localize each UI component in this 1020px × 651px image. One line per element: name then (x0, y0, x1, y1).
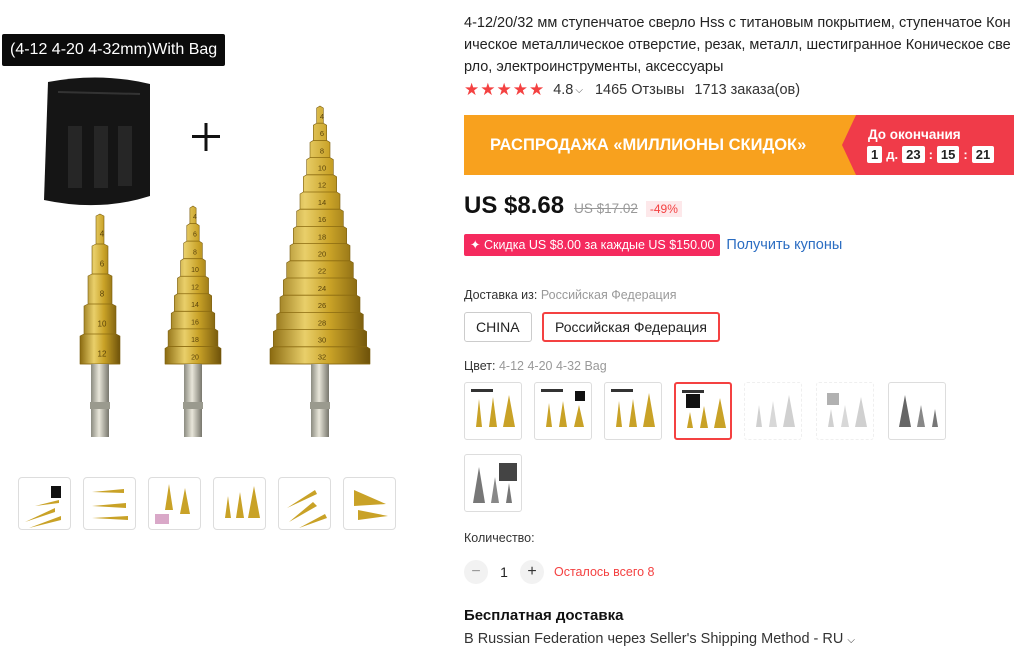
quantity-value[interactable]: 1 (488, 564, 520, 580)
countdown-label: До окончания (868, 127, 961, 142)
shipping-method-text: В Russian Federation через Seller's Ship… (464, 631, 844, 647)
ship-from-value: Российская Федерация (540, 288, 677, 302)
drill-size-mark: 26 (318, 301, 326, 310)
sale-title: РАСПРОДАЖА «МИЛЛИОНЫ СКИДОК» (464, 115, 856, 175)
drill-size-mark: 10 (191, 267, 199, 274)
drill-size-mark: 10 (98, 320, 107, 329)
free-shipping-title: Бесплатная доставка (464, 607, 624, 624)
drill-medium: 4 6 8 10 12 14 16 18 20 (164, 205, 222, 437)
coupon-row: ✦ Скидка US $8.00 за каждые US $150.00 П… (464, 234, 842, 256)
drill-size-mark: 4 (193, 214, 197, 221)
quantity-label: Количество: (464, 531, 535, 545)
drill-size-mark: 14 (191, 302, 199, 309)
drill-size-mark: 12 (191, 284, 199, 291)
current-price: US $8.68 (464, 192, 565, 219)
stock-remaining: Осталось всего 8 (554, 565, 655, 579)
countdown-hours: 23 (902, 146, 925, 163)
shipping-method[interactable]: В Russian Federation через Seller's Ship… (464, 631, 855, 647)
plus-icon (192, 123, 220, 151)
coupon-badge[interactable]: ✦ Скидка US $8.00 за каждые US $150.00 (464, 234, 721, 256)
chevron-down-icon: ⌵ (847, 635, 855, 646)
thumbnail-strip (18, 477, 396, 530)
discount-badge: -49% (645, 201, 682, 217)
ship-from-label: Доставка из: Российская Федерация (464, 288, 676, 302)
quantity-increase-button[interactable]: + (520, 560, 544, 584)
sale-banner[interactable]: РАСПРОДАЖА «МИЛЛИОНЫ СКИДОК» До окончани… (464, 115, 1014, 175)
color-swatch-1[interactable] (464, 382, 522, 440)
drill-bag (44, 77, 150, 206)
thumbnail-4[interactable] (213, 477, 266, 530)
drill-size-mark: 18 (191, 337, 199, 344)
drill-size-mark: 6 (193, 232, 197, 239)
color-swatch-4[interactable] (674, 382, 732, 440)
color-title: Цвет: (464, 359, 496, 373)
reviews-count[interactable]: 1465 Отзывы (595, 82, 684, 98)
ship-from-option-russia[interactable]: Российская Федерация (542, 312, 720, 342)
drill-size-mark: 10 (318, 164, 326, 173)
ship-from-option-china[interactable]: CHINA (464, 312, 532, 342)
drill-size-mark: 12 (98, 350, 107, 359)
drill-size-mark: 20 (191, 355, 199, 362)
drill-size-mark: 22 (318, 267, 326, 276)
rating-row: ★★★★★ 4.8 ⌵ 1465 Отзывы 1713 заказа(ов) (464, 80, 800, 100)
get-coupons-link[interactable]: Получить купоны (726, 237, 842, 253)
rating-value[interactable]: 4.8 (553, 82, 573, 98)
sale-countdown-panel: До окончания 1 д. 23 : 15 : 21 (842, 115, 1014, 175)
countdown-days: 1 (867, 146, 883, 163)
color-swatch-8[interactable] (464, 454, 522, 512)
drill-size-mark: 32 (318, 353, 326, 362)
rating-stars: ★★★★★ (464, 80, 546, 99)
drill-size-mark: 8 (100, 290, 105, 299)
chevron-down-icon[interactable]: ⌵ (575, 85, 583, 96)
drill-size-mark: 8 (320, 146, 324, 155)
color-label: Цвет: 4-12 4-20 4-32 Bag (464, 359, 607, 373)
countdown-minutes: 15 (936, 146, 960, 163)
price-row: US $8.68 US $17.02 -49% (464, 192, 682, 220)
drill-size-mark: 16 (318, 215, 326, 224)
quantity-decrease-button[interactable]: − (464, 560, 488, 584)
drill-size-mark: 14 (318, 198, 326, 207)
thumbnail-5[interactable] (278, 477, 331, 530)
drill-size-mark: 12 (318, 181, 326, 190)
drill-size-mark: 6 (320, 129, 324, 138)
product-title: 4-12/20/32 мм ступенчатое сверло Hss с т… (464, 15, 1011, 75)
drill-size-mark: 18 (318, 232, 326, 241)
countdown-seconds: 21 (971, 146, 995, 163)
thumbnail-1[interactable] (18, 477, 71, 530)
drill-size-mark: 16 (191, 320, 199, 327)
drill-size-mark: 4 (100, 230, 105, 239)
drill-small: 4 6 8 10 12 (79, 213, 121, 437)
quantity-stepper: − 1 + Осталось всего 8 (464, 560, 655, 584)
color-swatch-5[interactable] (744, 382, 802, 440)
drill-size-mark: 6 (100, 260, 105, 269)
color-swatch-7[interactable] (888, 382, 946, 440)
color-swatch-2[interactable] (534, 382, 592, 440)
thumbnail-2[interactable] (83, 477, 136, 530)
drill-size-mark: 8 (193, 249, 197, 256)
drill-size-mark: 28 (318, 318, 326, 327)
ship-from-title: Доставка из: (464, 288, 538, 302)
drill-size-mark: 30 (318, 336, 326, 345)
countdown-timer: 1 д. 23 : 15 : 21 (867, 146, 995, 163)
color-swatch-3[interactable] (604, 382, 662, 440)
drill-size-mark: 24 (318, 284, 326, 293)
orders-count: 1713 заказа(ов) (694, 82, 801, 98)
drill-size-mark: 20 (318, 250, 326, 259)
thumbnail-3[interactable] (148, 477, 201, 530)
drill-size-mark: 4 (320, 112, 324, 121)
color-swatch-6[interactable] (816, 382, 874, 440)
drill-large: 4 6 8 10 12 14 16 18 20 22 24 26 28 30 32 (269, 105, 371, 437)
main-product-image[interactable]: 4 6 8 10 12 4 6 8 10 12 14 16 18 20 4 6 8 10 12 14 16 18 20 2… (0, 34, 420, 454)
thumbnail-6[interactable] (343, 477, 396, 530)
countdown-days-unit: д. (886, 147, 899, 162)
variant-tag: (4-12 4-20 4-32mm)With Bag (2, 34, 226, 66)
color-value: 4-12 4-20 4-32 Bag (498, 359, 607, 373)
old-price: US $17.02 (574, 201, 638, 216)
